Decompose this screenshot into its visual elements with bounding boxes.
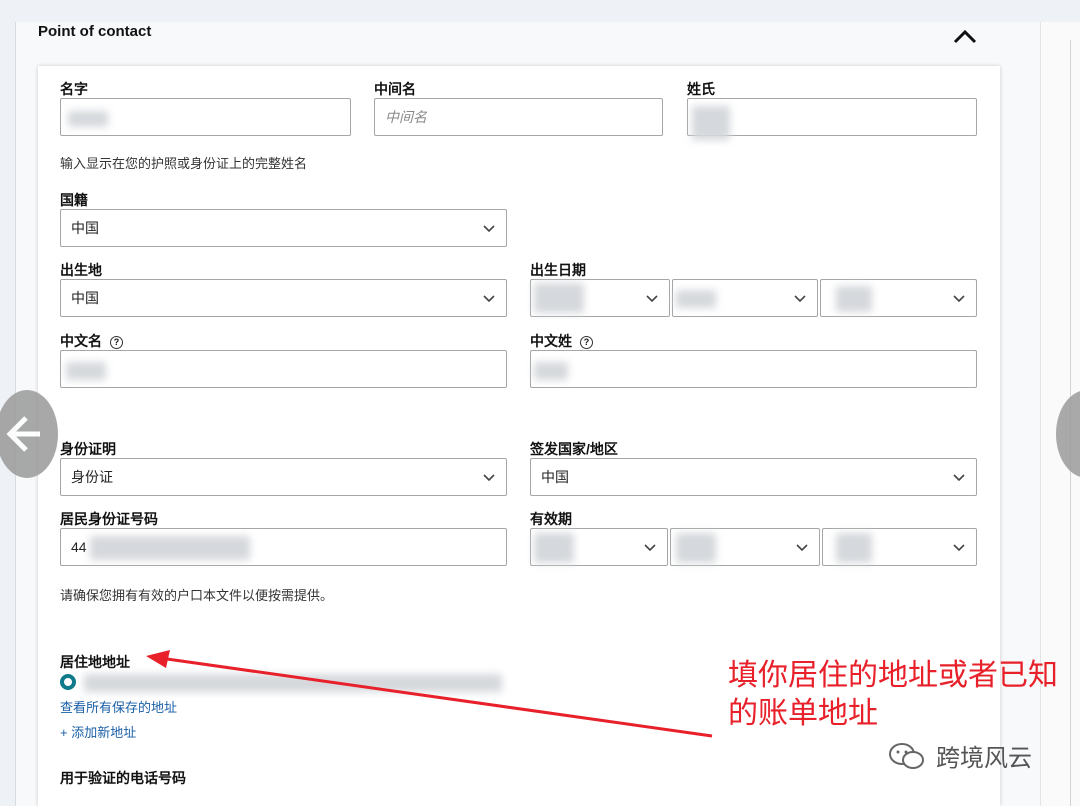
annotation-line-2: 的账单地址 — [728, 697, 878, 730]
wechat-icon — [889, 742, 924, 769]
annotation-text: 填你居住的地址或者已知 的账单地址 — [728, 657, 1058, 733]
watermark: 跨境风云 — [888, 738, 1032, 773]
watermark-text: 跨境风云 — [936, 745, 1032, 772]
annotation-line-1: 填你居住的地址或者已知 — [728, 659, 1058, 692]
